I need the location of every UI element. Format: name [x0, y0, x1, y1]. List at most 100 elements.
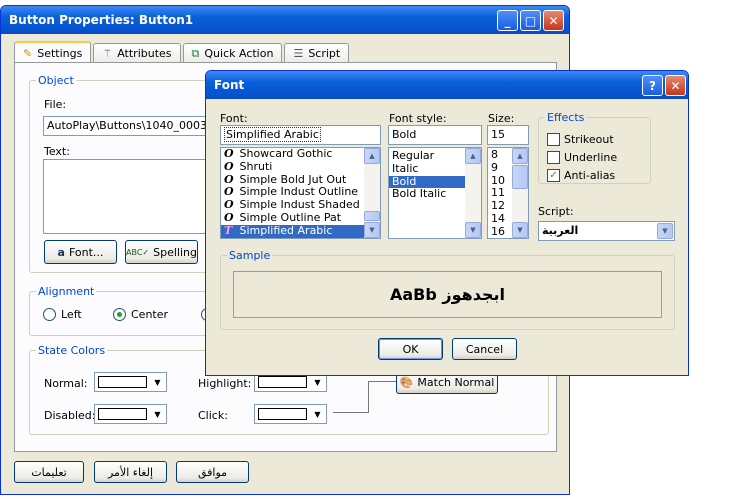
antialias-checkbox[interactable]: ✓ Anti-alias [547, 169, 615, 182]
list-item-label: 12 [491, 199, 505, 213]
sample-preview: AaBb ابجدهوز [233, 271, 662, 318]
tab-settings-label: Settings [37, 46, 83, 60]
scroll-down-button[interactable]: ▼ [512, 222, 528, 238]
underline-checkbox[interactable]: Underline [547, 151, 617, 164]
scroll-down-button[interactable]: ▼ [465, 222, 481, 238]
color-swatch [98, 376, 147, 388]
connector-line [333, 412, 369, 413]
font-dialog-titlebar[interactable]: Font ? ✕ [206, 71, 688, 99]
script-value: العربية [542, 224, 579, 237]
script-select[interactable]: العربية ▼ [538, 221, 675, 241]
tab-strip: ✎ Settings ⚚ Attributes ⧉ Quick Action ☰ Scr… [14, 41, 351, 63]
list-item-label: 10 [491, 173, 505, 187]
opentype-icon: O [224, 159, 234, 173]
pencil-icon: ✎ [23, 46, 33, 60]
script-label: Script: [538, 205, 574, 218]
list-item-label: Simple Indust Outline [239, 185, 359, 199]
tab-attributes-label: Attributes [117, 47, 172, 60]
wand-icon: ⚚ [102, 47, 113, 60]
click-color-picker[interactable]: ▼ [254, 404, 327, 424]
font-style-list[interactable]: Regular Italic Bold Bold Italic ▲ ▼ [388, 147, 482, 239]
align-left-radio[interactable]: Left [43, 308, 82, 321]
font-size-input[interactable]: 15 [487, 125, 529, 145]
cancel-button-label: إلغاء الأمر [107, 465, 154, 479]
antialias-label: Anti-alias [564, 169, 616, 182]
list-item-label: Shruti [239, 159, 273, 173]
underline-label: Underline [564, 151, 618, 164]
close-icon: ✕ [670, 78, 681, 93]
tab-quick-action[interactable]: ⧉ Quick Action [182, 43, 283, 63]
color-swatch [98, 408, 147, 420]
sample-group: Sample AaBb ابجدهوز [220, 249, 675, 330]
align-center-radio[interactable]: Center [113, 308, 168, 321]
scroll-up-button[interactable]: ▲ [512, 148, 528, 164]
main-titlebar[interactable]: Button Properties: Button1 _ □ ✕ [1, 6, 569, 34]
list-item-label: Simple Bold Jut Out [239, 172, 347, 186]
font-button[interactable]: a Font... [44, 240, 117, 264]
list-item-label: Simple Indust Shaded [239, 198, 360, 212]
spelling-button[interactable]: ABC✓ Spelling [125, 240, 198, 264]
minimize-button[interactable]: _ [497, 10, 518, 31]
scroll-down-button[interactable]: ▼ [364, 222, 380, 238]
list-item-label: 14 [491, 211, 505, 225]
tab-script-label: Script [308, 47, 341, 60]
quick-action-icon: ⧉ [191, 46, 200, 60]
font-button-label: Font... [68, 245, 104, 259]
list-item-label: 9 [491, 160, 498, 174]
script-icon: ☰ [293, 47, 304, 60]
tab-settings[interactable]: ✎ Settings [14, 41, 92, 63]
normal-color-picker[interactable]: ▼ [94, 372, 167, 392]
list-item-label: Regular [392, 149, 435, 162]
spelling-icon: ABC✓ [126, 247, 150, 257]
ok-button[interactable]: موافق [176, 461, 249, 483]
font-style-input[interactable]: Bold [388, 125, 482, 145]
color-swatch [258, 376, 307, 388]
radio-dot [117, 312, 122, 317]
font-cancel-button[interactable]: Cancel [452, 338, 517, 360]
help-title-button[interactable]: ? [642, 75, 663, 96]
scroll-up-button[interactable]: ▲ [465, 148, 481, 164]
spelling-button-label: Spelling [153, 245, 197, 259]
tab-attributes[interactable]: ⚚ Attributes [93, 43, 181, 63]
style-list-scrollbar[interactable]: ▲ ▼ [465, 148, 481, 238]
font-size-list[interactable]: 8 9 10 11 12 14 16 ▲ ▼ [487, 147, 529, 239]
effects-group: Effects Strikeout Underline ✓ Anti-alias [538, 111, 651, 184]
chevron-down-icon[interactable]: ▼ [657, 223, 673, 239]
font-list-scrollbar[interactable]: ▲ ▼ [364, 148, 380, 238]
question-icon: ? [649, 78, 656, 93]
sample-group-label: Sample [227, 249, 273, 262]
effects-group-label: Effects [545, 111, 587, 124]
font-ok-button[interactable]: OK [378, 338, 443, 360]
state-colors-group-label: State Colors [36, 344, 108, 357]
align-left-label: Left [61, 308, 82, 321]
check-icon: ✓ [547, 169, 560, 182]
size-label: Size: [488, 112, 515, 125]
cancel-button[interactable]: إلغاء الأمر [94, 461, 167, 483]
highlight-label: Highlight: [198, 377, 252, 390]
list-item-label: 11 [491, 186, 505, 200]
font-list[interactable]: O Showcard Gothic O Shruti O Simple Bold J… [220, 147, 381, 239]
font-close-button[interactable]: ✕ [665, 75, 686, 96]
strikeout-checkbox[interactable]: Strikeout [547, 133, 614, 146]
click-label: Click: [198, 409, 228, 422]
font-icon: a [57, 245, 65, 259]
scroll-up-button[interactable]: ▲ [364, 148, 380, 164]
file-label: File: [44, 98, 67, 111]
help-button[interactable]: تعليمات [14, 461, 84, 483]
list-item-label: Bold [392, 174, 417, 188]
maximize-button[interactable]: □ [520, 10, 541, 31]
tab-script[interactable]: ☰ Script [284, 43, 350, 63]
scroll-thumb[interactable] [364, 211, 380, 221]
chevron-down-icon: ▼ [154, 409, 161, 419]
close-button[interactable]: ✕ [543, 10, 564, 31]
scroll-thumb[interactable] [512, 165, 528, 189]
strikeout-label: Strikeout [564, 133, 614, 146]
list-item[interactable]: T Simplified Arabic [221, 224, 380, 238]
font-name-input[interactable]: Simplified Arabic [220, 125, 381, 145]
disabled-color-picker[interactable]: ▼ [94, 404, 167, 424]
list-item-label: 16 [491, 224, 505, 238]
checkbox-box [547, 151, 560, 164]
size-list-scrollbar[interactable]: ▲ ▼ [512, 148, 528, 238]
alignment-group-label: Alignment [36, 285, 97, 298]
list-item-label: Showcard Gothic [239, 147, 333, 160]
